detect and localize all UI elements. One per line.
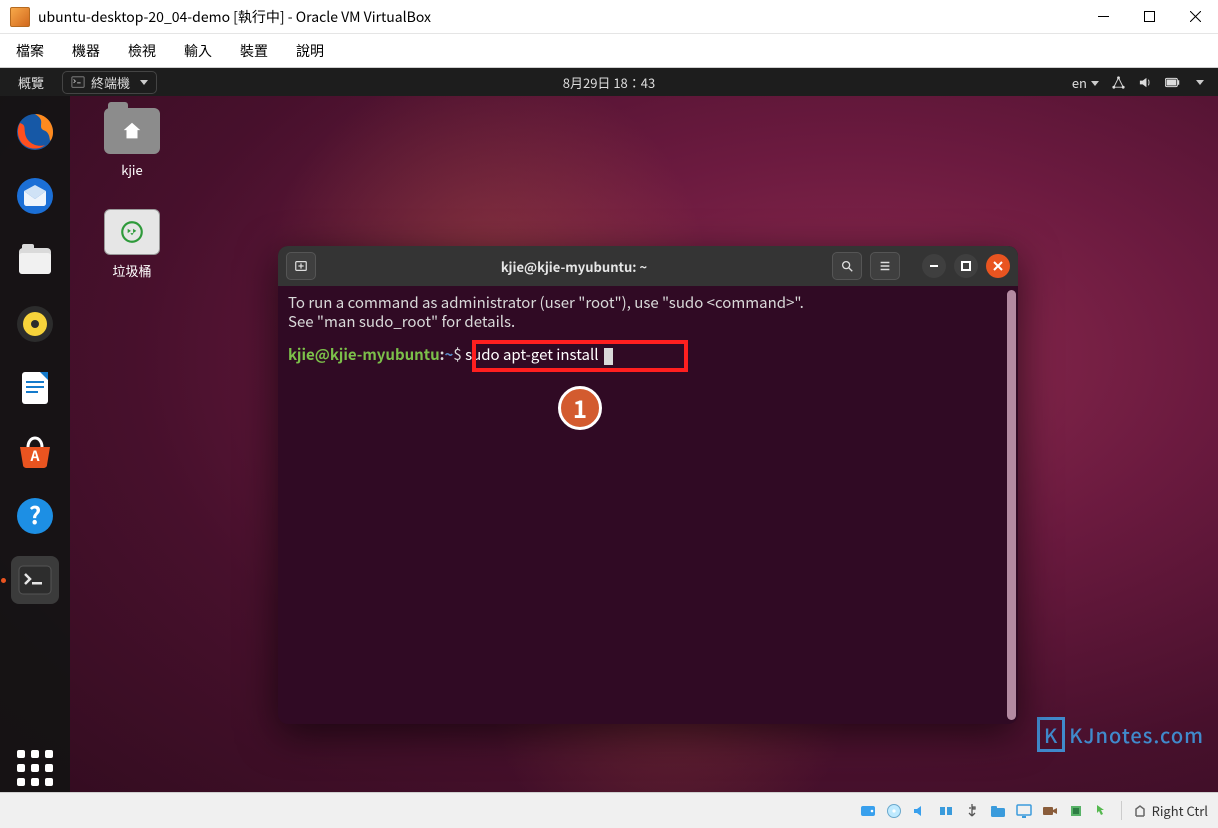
apps-grid-icon xyxy=(11,744,59,792)
chevron-down-icon xyxy=(1196,80,1204,85)
clock[interactable]: 8月29日 18：43 xyxy=(563,73,655,92)
dock-rhythmbox[interactable] xyxy=(11,300,59,348)
terminal-prompt-line: kjie@kjie-myubuntu:~$ sudo apt-get insta… xyxy=(288,346,1008,365)
host-window-titlebar: ubuntu-desktop-20_04-demo [執行中] - Oracle… xyxy=(0,0,1218,34)
terminal-menu-button[interactable] xyxy=(870,252,900,280)
dock-files[interactable] xyxy=(11,236,59,284)
gnome-top-bar: 概覽 終端機 8月29日 18：43 en xyxy=(0,68,1218,96)
input-source-indicator[interactable]: en xyxy=(1072,73,1099,92)
dock: A ? xyxy=(0,96,70,792)
activities-button[interactable]: 概覽 xyxy=(10,71,52,94)
terminal-command: sudo apt-get install xyxy=(465,344,602,365)
network-indicator-icon[interactable] xyxy=(937,802,955,820)
cpu-indicator-icon[interactable] xyxy=(1067,802,1085,820)
dock-libreoffice-writer[interactable] xyxy=(11,364,59,412)
host-menu-devices[interactable]: 裝置 xyxy=(240,41,268,61)
prompt-userhost: kjie@kjie-myubuntu xyxy=(288,344,440,365)
scrollbar-thumb[interactable] xyxy=(1007,290,1016,720)
optical-indicator-icon[interactable] xyxy=(885,802,903,820)
terminal-maximize-button[interactable] xyxy=(954,254,978,278)
terminal-search-button[interactable] xyxy=(832,252,862,280)
host-menubar: 檔案 機器 檢視 輸入 裝置 說明 xyxy=(0,34,1218,68)
host-menu-view[interactable]: 檢視 xyxy=(128,41,156,61)
annotation-badge: 1 xyxy=(558,386,602,430)
terminal-scrollbar[interactable] xyxy=(1006,286,1016,724)
svg-text:A: A xyxy=(30,446,41,466)
dock-ubuntu-software[interactable]: A xyxy=(11,428,59,476)
terminal-title: kjie@kjie-myubuntu: ~ xyxy=(324,257,824,276)
svg-text:?: ? xyxy=(29,496,41,531)
dock-help[interactable]: ? xyxy=(11,492,59,540)
terminal-body[interactable]: To run a command as administrator (user … xyxy=(278,286,1018,724)
hdd-indicator-icon[interactable] xyxy=(859,802,877,820)
desktop-trash-label: 垃圾桶 xyxy=(90,261,174,280)
host-key-label: Right Ctrl xyxy=(1152,801,1208,820)
terminal-close-button[interactable] xyxy=(986,254,1010,278)
dock-thunderbird[interactable] xyxy=(11,172,59,220)
display-indicator-icon[interactable] xyxy=(1015,802,1033,820)
shared-folder-indicator-icon[interactable] xyxy=(989,802,1007,820)
host-minimize-button[interactable] xyxy=(1080,0,1126,34)
usb-indicator-icon[interactable] xyxy=(963,802,981,820)
dock-firefox[interactable] xyxy=(11,108,59,156)
host-menu-machine[interactable]: 機器 xyxy=(72,41,100,61)
terminal-headerbar: kjie@kjie-myubuntu: ~ xyxy=(278,246,1018,286)
volume-icon[interactable] xyxy=(1138,75,1153,90)
host-menu-help[interactable]: 說明 xyxy=(296,41,324,61)
terminal-minimize-button[interactable] xyxy=(922,254,946,278)
desktop-icons: kjie 垃圾桶 xyxy=(90,108,174,280)
terminal-new-tab-button[interactable] xyxy=(286,252,316,280)
recording-indicator-icon[interactable] xyxy=(1041,802,1059,820)
host-menu-file[interactable]: 檔案 xyxy=(16,41,44,61)
desktop-trash[interactable]: 垃圾桶 xyxy=(90,209,174,280)
terminal-motd: To run a command as administrator (user … xyxy=(288,294,1008,332)
host-indicator-icons xyxy=(859,802,1111,820)
app-menu-terminal[interactable]: 終端機 xyxy=(62,71,157,94)
app-menu-label: 終端機 xyxy=(91,73,130,92)
host-status-bar: Right Ctrl xyxy=(0,792,1218,828)
network-icon[interactable] xyxy=(1111,75,1126,90)
dock-terminal[interactable] xyxy=(11,556,59,604)
virtualbox-icon xyxy=(10,7,30,27)
mouse-integration-icon[interactable] xyxy=(1093,802,1111,820)
prompt-symbol: $ xyxy=(453,344,461,365)
guest-viewport: 概覽 終端機 8月29日 18：43 en A ? xyxy=(0,68,1218,792)
host-menu-input[interactable]: 輸入 xyxy=(184,41,212,61)
host-key-indicator[interactable]: Right Ctrl xyxy=(1121,801,1208,820)
trash-icon xyxy=(104,209,160,255)
folder-icon xyxy=(104,108,160,154)
chevron-down-icon xyxy=(1091,81,1099,86)
terminal-window: kjie@kjie-myubuntu: ~ To run a command a… xyxy=(278,246,1018,724)
battery-icon[interactable] xyxy=(1165,75,1180,90)
host-window-title: ubuntu-desktop-20_04-demo [執行中] - Oracle… xyxy=(38,7,431,27)
chevron-down-icon xyxy=(140,80,148,85)
host-maximize-button[interactable] xyxy=(1126,0,1172,34)
audio-indicator-icon[interactable] xyxy=(911,802,929,820)
desktop-home-label: kjie xyxy=(90,160,174,179)
desktop-home-folder[interactable]: kjie xyxy=(90,108,174,179)
dock-show-applications[interactable] xyxy=(11,744,59,792)
terminal-cursor xyxy=(604,348,613,365)
host-close-button[interactable] xyxy=(1172,0,1218,34)
